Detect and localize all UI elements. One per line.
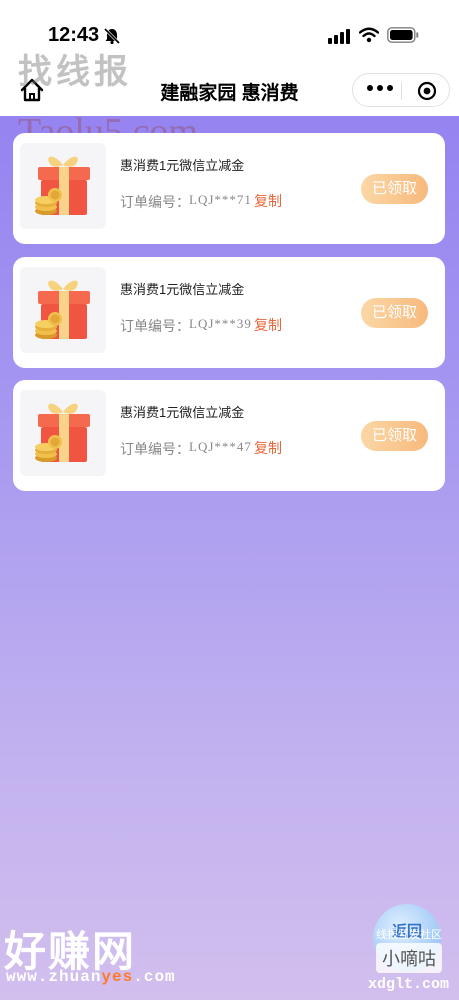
battery-icon: [387, 27, 419, 43]
voucher-title: 惠消费1元微信立减金: [120, 158, 245, 173]
watermark-url-highlight: yes: [101, 968, 134, 986]
voucher-thumbnail: [20, 390, 106, 476]
voucher-title: 惠消费1元微信立减金: [120, 405, 245, 420]
watermark-bottom: 好赚网: [4, 928, 137, 975]
watermark-xdglt: xdglt.com: [368, 976, 450, 993]
mini-program-capsule: [352, 73, 450, 107]
target-icon[interactable]: [417, 81, 437, 101]
order-number-label: 订单编号：: [120, 441, 190, 457]
gift-box-icon: [35, 403, 90, 462]
voucher-card[interactable]: 惠消费1元微信立减金 订单编号： LQJ***71 复制 已领取: [13, 133, 445, 244]
watermark-url: www.zhuanyes.com: [6, 968, 176, 986]
copy-button[interactable]: 复制: [254, 438, 282, 458]
watermark-url-prefix: www.zhuan: [6, 968, 102, 986]
voucher-card[interactable]: 惠消费1元微信立减金 订单编号： LQJ***39 复制 已领取: [13, 257, 445, 368]
order-number: LQJ***47: [189, 439, 252, 454]
voucher-thumbnail: [20, 267, 106, 353]
watermark-right-box: 小嘀咕: [376, 943, 442, 973]
back-button-label: 返回: [391, 923, 422, 940]
copy-button[interactable]: 复制: [254, 191, 282, 211]
gift-box-icon: [35, 156, 90, 215]
voucher-thumbnail: [20, 143, 106, 229]
claimed-button[interactable]: 已领取: [361, 298, 428, 328]
status-bar: 12:43: [0, 0, 459, 62]
gift-box-icon: [35, 280, 90, 339]
signal-icon: [328, 29, 350, 44]
status-time: 12:43: [48, 24, 100, 46]
order-number: LQJ***39: [189, 316, 252, 331]
bell-off-icon: [103, 27, 121, 45]
nav-bar: 建融家园 惠消费: [0, 62, 459, 116]
watermark-url-suffix: .com: [133, 968, 176, 986]
order-number: LQJ***71: [189, 192, 252, 207]
more-icon[interactable]: [367, 85, 393, 91]
voucher-title: 惠消费1元微信立减金: [120, 282, 245, 297]
claimed-button[interactable]: 已领取: [361, 174, 428, 204]
order-number-label: 订单编号：: [120, 194, 190, 210]
copy-button[interactable]: 复制: [254, 315, 282, 335]
voucher-card[interactable]: 惠消费1元微信立减金 订单编号： LQJ***47 复制 已领取: [13, 380, 445, 491]
wifi-icon: [359, 27, 379, 43]
capsule-divider: [401, 82, 402, 100]
claimed-button[interactable]: 已领取: [361, 421, 428, 451]
order-number-label: 订单编号：: [120, 318, 190, 334]
